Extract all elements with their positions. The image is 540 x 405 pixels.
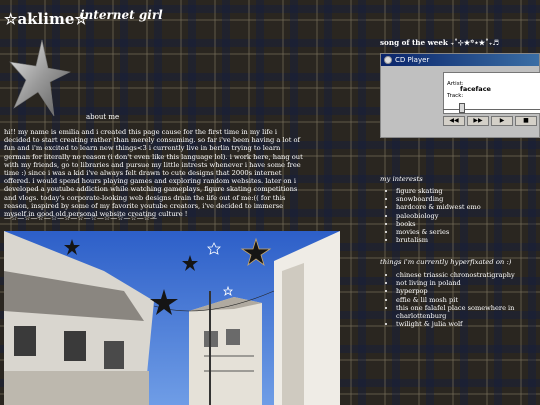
list-item: figure skating (396, 187, 540, 195)
cd-player-title: CD Player (395, 56, 430, 64)
about-text: hi!! my name is emilia and i created thi… (4, 128, 303, 219)
track-value: faceface (460, 85, 491, 93)
interests-list: figure skating snowboarding hardcore & m… (388, 187, 540, 244)
site-title: ☆aklime☆ (4, 10, 88, 28)
hyperfixations-list: chinese triassic chronostratigraphy not … (388, 271, 540, 328)
cd-progress-track (443, 109, 540, 115)
star-divider: —☆—☆—☆—☆—☆—☆—☆—☆—☆—☆—☆— (4, 214, 158, 222)
interests-heading: my interests (380, 175, 423, 183)
list-item: hardcore & midwest emo (396, 203, 540, 211)
cd-controls: ◀◀ ▶▶ ▶ ■ (443, 116, 537, 126)
fast-forward-button[interactable]: ▶▶ (467, 116, 489, 126)
cd-player-widget[interactable]: CD Player Artist: Track: faceface ◀◀ ▶▶ … (380, 53, 540, 138)
about-label: about me (86, 113, 120, 121)
list-item: movies & series (396, 228, 540, 236)
list-item: paleobiology (396, 212, 540, 220)
rewind-button[interactable]: ◀◀ (443, 116, 465, 126)
list-item: chinese triassic chronostratigraphy (396, 271, 540, 279)
list-item: books (396, 220, 540, 228)
cd-player-titlebar: CD Player (381, 54, 539, 66)
cd-progress-knob[interactable] (459, 103, 465, 113)
track-label: Track: (447, 93, 464, 99)
cd-track-panel: Artist: Track: faceface (443, 72, 540, 114)
stop-button[interactable]: ■ (515, 116, 537, 126)
list-item: this one falafel place somewhere in char… (396, 304, 540, 320)
list-item: brutalism (396, 236, 540, 244)
hyperfixations-heading: things i'm currently hyperfixated on :) (380, 258, 512, 266)
list-item: effie & lil mosh pit (396, 296, 540, 304)
list-item: hyperpop (396, 287, 540, 295)
list-item: twilight & julia wolf (396, 320, 540, 328)
star-icon (9, 39, 71, 117)
cd-icon (384, 56, 392, 64)
song-of-week-heading: song of the week ₊˚⊹★꙳⋆★˚₊♬ (380, 38, 499, 47)
list-item: not living in poland (396, 279, 540, 287)
street-photo (4, 231, 340, 405)
list-item: snowboarding (396, 195, 540, 203)
play-button[interactable]: ▶ (491, 116, 513, 126)
site-subtitle: internet girl (80, 8, 163, 22)
